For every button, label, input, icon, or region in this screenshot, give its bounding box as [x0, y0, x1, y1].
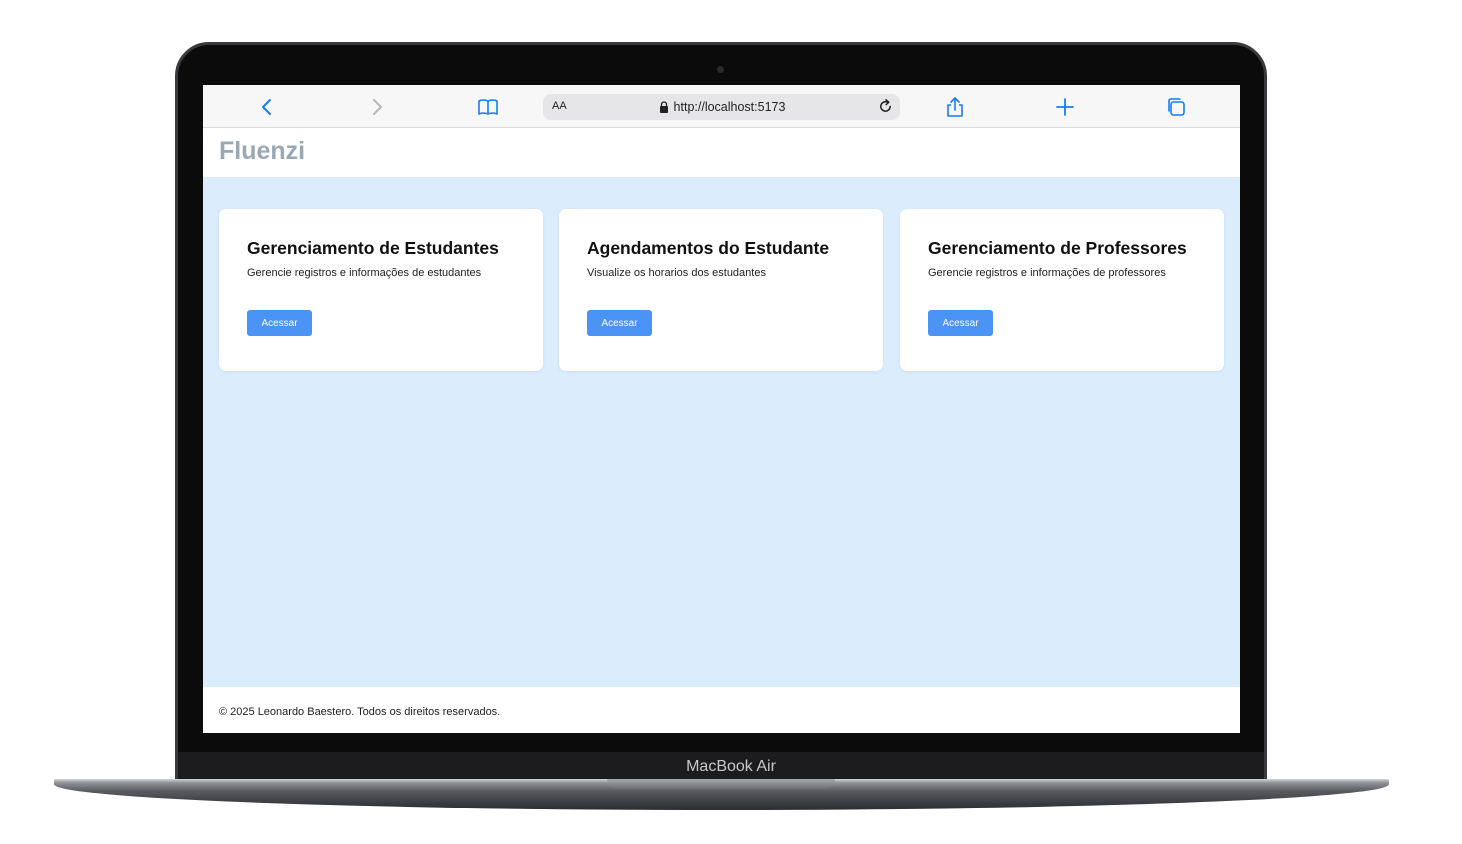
app-header: Fluenzi: [203, 128, 1240, 177]
tabs-icon: [1168, 98, 1185, 116]
back-icon: [262, 99, 271, 115]
bookmarks-button[interactable]: [475, 94, 501, 120]
device-label: MacBook Air: [686, 758, 776, 775]
forward-icon: [373, 99, 382, 115]
access-teachers-button[interactable]: Acessar: [928, 310, 993, 336]
card-schedules: Agendamentos do Estudante Visualize os h…: [559, 209, 883, 371]
main-content: Gerenciamento de Estudantes Gerencie reg…: [203, 177, 1240, 687]
card-teachers: Gerenciamento de Professores Gerencie re…: [900, 209, 1224, 371]
access-students-button[interactable]: Acessar: [247, 310, 312, 336]
laptop-notch: [607, 779, 835, 789]
back-button[interactable]: [254, 94, 280, 120]
screen: AA http://localhost:5173 Fluenzi Gerenci…: [203, 85, 1240, 733]
footer: © 2025 Leonardo Baestero. Todos os direi…: [203, 687, 1240, 733]
forward-button[interactable]: [364, 94, 390, 120]
address-bar[interactable]: AA http://localhost:5173: [543, 94, 900, 120]
lock-icon: [659, 101, 668, 113]
card-title: Gerenciamento de Professores: [928, 238, 1187, 258]
card-description: Visualize os horarios dos estudantes: [587, 267, 766, 279]
bookmarks-icon: [478, 99, 498, 115]
reload-icon[interactable]: [877, 98, 894, 115]
new-tab-button[interactable]: [1052, 94, 1078, 120]
share-icon: [947, 97, 963, 117]
card-students: Gerenciamento de Estudantes Gerencie reg…: [219, 209, 543, 371]
card-title: Gerenciamento de Estudantes: [247, 238, 499, 258]
new-tab-icon: [1056, 98, 1074, 116]
url-text: http://localhost:5173: [673, 100, 786, 114]
card-title: Agendamentos do Estudante: [587, 238, 830, 258]
url-display: http://localhost:5173: [543, 94, 900, 120]
brand-logo[interactable]: Fluenzi: [219, 137, 305, 166]
card-description: Gerencie registros e informações de prof…: [928, 267, 1166, 279]
access-schedules-button[interactable]: Acessar: [587, 310, 652, 336]
card-description: Gerencie registros e informações de estu…: [247, 267, 482, 279]
share-button[interactable]: [942, 94, 968, 120]
copyright-text: © 2025 Leonardo Baestero. Todos os direi…: [219, 706, 501, 718]
browser-toolbar: AA http://localhost:5173: [203, 85, 1240, 128]
tabs-button[interactable]: [1163, 94, 1189, 120]
camera-dot: [717, 66, 724, 73]
